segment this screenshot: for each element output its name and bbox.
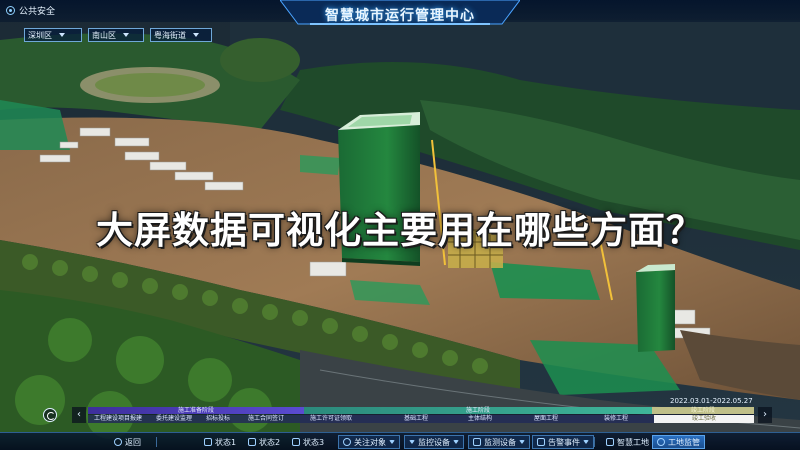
chevron-down-icon bbox=[389, 440, 395, 444]
overlay-headline: 大屏数据可视化主要用在哪些方面？ bbox=[96, 209, 704, 252]
focus-objects-button[interactable]: 关注对象 bbox=[338, 435, 400, 449]
state-icon bbox=[248, 438, 256, 446]
app-module-label[interactable]: 公共安全 bbox=[6, 4, 55, 17]
smart-site-label: 智慧工地 bbox=[617, 437, 649, 447]
timeline-phase-prep[interactable]: 施工准备阶段 bbox=[88, 407, 304, 414]
toolbar-divider bbox=[594, 437, 595, 447]
chevron-right-icon: › bbox=[763, 409, 767, 420]
bottom-toolbar: 返回 状态1 状态2 状态3 关注对象 监控设备 监测设备 告警事件 智慧工地 bbox=[0, 432, 800, 450]
chevron-down-icon bbox=[59, 33, 65, 37]
timeline-date-range: 2022.03.01-2022.05.27 bbox=[670, 397, 753, 405]
timeline-item[interactable]: 委托建设监理 bbox=[156, 415, 192, 423]
state1-button[interactable]: 状态1 bbox=[200, 435, 240, 449]
alarm-events-label: 告警事件 bbox=[548, 437, 580, 447]
state-icon bbox=[204, 438, 212, 446]
chevron-down-icon bbox=[193, 33, 199, 37]
focus-objects-label: 关注对象 bbox=[354, 437, 386, 447]
chevron-down-icon bbox=[453, 440, 459, 444]
app-module-text: 公共安全 bbox=[19, 7, 56, 17]
subdistrict-select-value: 南山区 bbox=[92, 30, 116, 40]
street-select[interactable]: 粤海街道 bbox=[150, 28, 212, 42]
chevron-left-icon: ‹ bbox=[77, 409, 81, 420]
timeline-item[interactable]: 招标投标 bbox=[206, 415, 230, 423]
back-button-label: 返回 bbox=[125, 437, 141, 447]
camera-icon bbox=[409, 440, 415, 444]
timeline-item[interactable]: 施工合同签订 bbox=[248, 415, 284, 423]
timeline-item[interactable]: 基础工程 bbox=[404, 415, 428, 423]
timeline-item[interactable]: 工程建设项目报建 bbox=[94, 415, 142, 423]
toolbar-divider bbox=[156, 437, 157, 447]
state3-label: 状态3 bbox=[303, 437, 325, 447]
timeline-next-button[interactable]: › bbox=[758, 407, 772, 423]
chevron-down-icon bbox=[123, 33, 129, 37]
timeline-item[interactable]: 屋面工程 bbox=[534, 415, 558, 423]
timeline-current-marker[interactable]: 竣工验收 bbox=[654, 415, 754, 423]
top-bar: 公共安全 智慧城市运行管理中心 深圳区 南山区 粤海街道 bbox=[0, 0, 800, 44]
state3-button[interactable]: 状态3 bbox=[288, 435, 328, 449]
alarm-events-button[interactable]: 告警事件 bbox=[532, 435, 594, 449]
title-plate: 智慧城市运行管理中心 bbox=[280, 0, 520, 30]
monitoring-devices-label: 监测设备 bbox=[484, 437, 516, 447]
timeline-prev-button[interactable]: ‹ bbox=[72, 407, 86, 423]
timeline-phase-build[interactable]: 施工阶段 bbox=[304, 407, 652, 414]
page-title: 智慧城市运行管理中心 bbox=[325, 8, 475, 24]
sensor-icon bbox=[473, 438, 481, 446]
shield-icon bbox=[657, 438, 665, 446]
state1-label: 状态1 bbox=[215, 437, 237, 447]
region-selector-bar: 深圳区 南山区 粤海街道 bbox=[24, 28, 212, 42]
smart-site-button[interactable]: 智慧工地 bbox=[602, 435, 653, 449]
back-button[interactable]: 返回 bbox=[110, 435, 145, 449]
alarm-icon bbox=[537, 438, 545, 446]
monitor-cameras-button[interactable]: 监控设备 bbox=[404, 435, 464, 449]
site-supervision-label: 工地监管 bbox=[668, 437, 700, 447]
state2-button[interactable]: 状态2 bbox=[244, 435, 284, 449]
state-icon bbox=[292, 438, 300, 446]
timeline-item[interactable]: 施工许可证领取 bbox=[310, 415, 352, 423]
play-icon[interactable] bbox=[43, 408, 57, 422]
building-icon bbox=[606, 438, 614, 446]
subdistrict-select[interactable]: 南山区 bbox=[88, 28, 144, 42]
district-select-value: 深圳区 bbox=[28, 30, 52, 40]
timeline-item[interactable]: 装修工程 bbox=[604, 415, 628, 423]
chevron-down-icon bbox=[519, 440, 525, 444]
timeline-phase-complete[interactable]: 竣工阶段 bbox=[652, 407, 754, 414]
shield-icon bbox=[6, 6, 15, 15]
street-select-value: 粤海街道 bbox=[154, 30, 186, 40]
district-select[interactable]: 深圳区 bbox=[24, 28, 82, 42]
back-icon bbox=[114, 438, 122, 446]
site-supervision-button[interactable]: 工地监管 bbox=[652, 435, 705, 449]
monitor-cameras-label: 监控设备 bbox=[418, 437, 450, 447]
timeline-item[interactable]: 主体结构 bbox=[468, 415, 492, 423]
state2-label: 状态2 bbox=[259, 437, 281, 447]
target-icon bbox=[343, 438, 351, 446]
chevron-down-icon bbox=[583, 440, 589, 444]
monitoring-devices-button[interactable]: 监测设备 bbox=[468, 435, 530, 449]
timeline-track[interactable]: 施工准备阶段 施工阶段 竣工阶段 工程建设项目报建 委托建设监理 招标投标 施工… bbox=[88, 407, 754, 423]
